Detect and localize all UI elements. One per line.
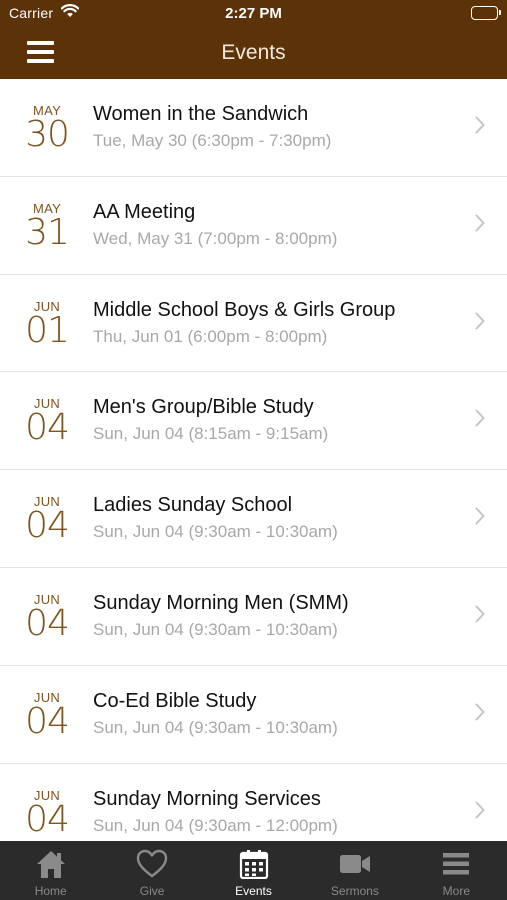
event-time: Sun, Jun 04 (9:30am - 12:00pm) — [93, 815, 338, 835]
event-day: 31 — [25, 211, 70, 253]
event-date: JUN 04 — [14, 495, 80, 547]
event-date: JUN 04 — [14, 690, 80, 742]
tab-label: Give — [139, 884, 165, 898]
tab-label: More — [442, 884, 470, 898]
event-title: AA Meeting — [93, 200, 196, 223]
tab-label: Events — [235, 884, 272, 898]
event-time: Tue, May 30 (6:30pm - 7:30pm) — [93, 131, 332, 150]
event-day: 30 — [25, 114, 70, 155]
tab-label: Sermons — [330, 884, 379, 898]
event-row[interactable]: JUN 04 Ladies Sunday School Sun, Jun 04 … — [0, 470, 507, 568]
nav-bar: Events — [0, 28, 507, 79]
app-header: Carrier 2:27 PM Events — [0, 0, 507, 79]
event-time: Wed, May 31 (7:00pm - 8:00pm) — [93, 228, 338, 248]
event-title: Sunday Morning Services — [93, 787, 321, 810]
event-date: JUN 04 — [14, 788, 80, 840]
event-time: Thu, Jun 01 (6:00pm - 8:00pm) — [93, 326, 328, 346]
chevron-right-icon — [475, 507, 485, 530]
clock: 2:27 PM — [225, 5, 282, 22]
heart-icon — [136, 849, 168, 884]
tab-label: Home — [34, 884, 67, 898]
event-date: JUN 04 — [14, 397, 80, 449]
tab-give[interactable]: Give — [101, 841, 202, 900]
event-title: Co-Ed Bible Study — [93, 689, 257, 712]
event-row[interactable]: JUN 04 Sunday Morning Services Sun, Jun … — [0, 764, 507, 841]
tab-more[interactable]: More — [406, 841, 507, 900]
chevron-right-icon — [475, 116, 485, 139]
event-date: JUN 04 — [14, 592, 80, 644]
event-time: Sun, Jun 04 (9:30am - 10:30am) — [93, 619, 338, 639]
event-day: 04 — [25, 700, 70, 742]
chevron-right-icon — [475, 214, 485, 237]
event-day: 01 — [25, 309, 70, 351]
event-time: Sun, Jun 04 (9:30am - 10:30am) — [93, 522, 338, 542]
event-day: 04 — [25, 602, 70, 644]
event-time: Sun, Jun 04 (8:15am - 9:15am) — [93, 424, 329, 444]
calendar-icon — [239, 849, 269, 884]
chevron-right-icon — [475, 703, 485, 726]
event-title: Sunday Morning Men (SMM) — [93, 591, 349, 614]
chevron-right-icon — [475, 605, 485, 628]
event-row[interactable]: JUN 04 Co-Ed Bible Study Sun, Jun 04 (9:… — [0, 666, 507, 764]
event-day: 04 — [25, 798, 70, 840]
video-camera-icon — [338, 849, 372, 884]
event-day: 04 — [25, 505, 70, 547]
event-title: Men's Group/Bible Study — [93, 396, 314, 419]
event-row[interactable]: MAY 30 Women in the Sandwich Tue, May 30… — [0, 79, 507, 177]
event-title: Ladies Sunday School — [93, 494, 293, 517]
chevron-right-icon — [475, 312, 485, 335]
event-day: 04 — [25, 407, 70, 449]
event-row[interactable]: JUN 04 Men's Group/Bible Study Sun, Jun … — [0, 372, 507, 471]
event-row[interactable]: JUN 01 Middle School Boys & Girls Group … — [0, 275, 507, 373]
event-date: MAY 31 — [14, 201, 80, 253]
tab-events[interactable]: Events — [203, 841, 304, 900]
chevron-right-icon — [475, 801, 485, 824]
event-title: Middle School Boys & Girls Group — [93, 298, 396, 321]
tab-bar: Home Give Events Sermons More — [0, 841, 507, 900]
chevron-right-icon — [475, 409, 485, 432]
status-bar: Carrier 2:27 PM — [0, 0, 507, 28]
home-icon — [35, 849, 67, 884]
event-row[interactable]: JUN 04 Sunday Morning Men (SMM) Sun, Jun… — [0, 568, 507, 666]
more-menu-icon — [441, 849, 471, 884]
event-date: MAY 30 — [14, 104, 80, 155]
event-title: Women in the Sandwich — [93, 103, 309, 125]
page-title: Events — [221, 41, 286, 64]
tab-home[interactable]: Home — [0, 841, 101, 900]
event-date: JUN 01 — [14, 299, 80, 351]
events-list[interactable]: MAY 30 Women in the Sandwich Tue, May 30… — [0, 79, 507, 841]
tab-sermons[interactable]: Sermons — [304, 841, 405, 900]
event-row[interactable]: MAY 31 AA Meeting Wed, May 31 (7:00pm - … — [0, 177, 507, 275]
battery-icon — [471, 6, 501, 20]
event-time: Sun, Jun 04 (9:30am - 10:30am) — [93, 717, 338, 737]
